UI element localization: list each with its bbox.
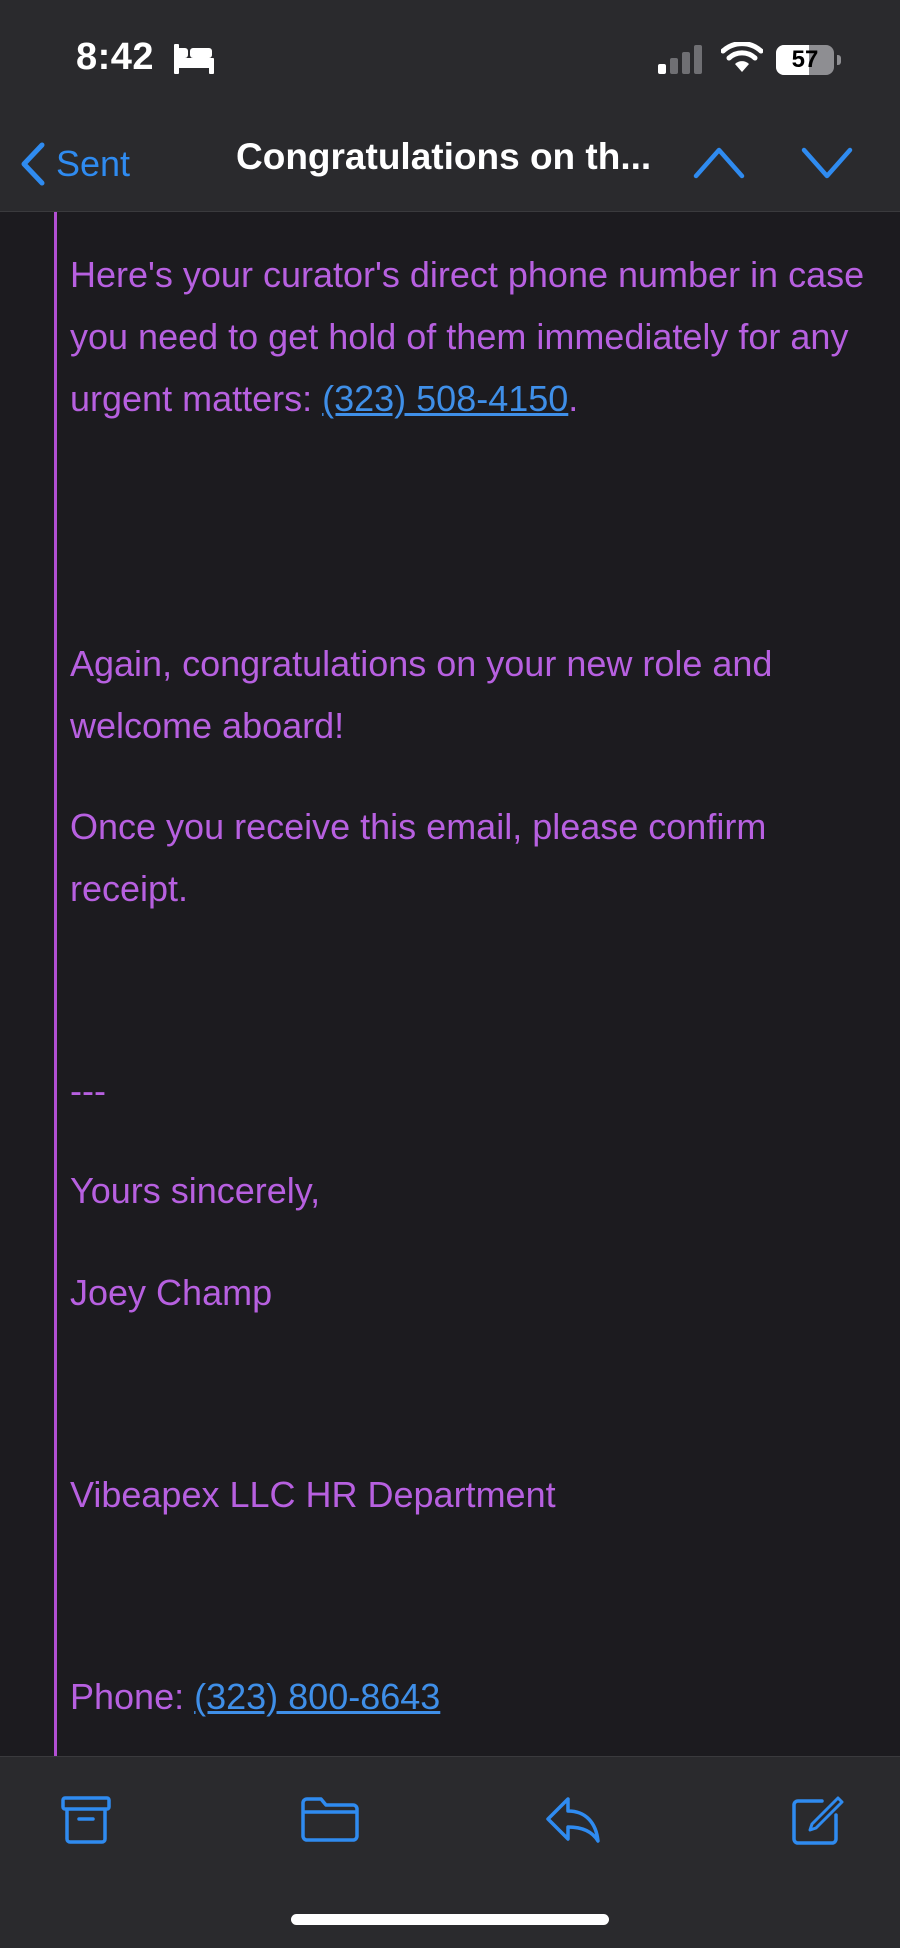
- battery-icon: 57: [776, 45, 841, 75]
- status-time: 8:42: [76, 36, 155, 78]
- signature-separator: ---: [70, 1070, 106, 1111]
- sender-phone-link[interactable]: (323) 800-8643: [194, 1676, 440, 1717]
- wifi-icon: [721, 42, 763, 72]
- folder-icon[interactable]: [300, 1795, 360, 1843]
- home-indicator[interactable]: [291, 1914, 609, 1925]
- email-subject-title: Congratulations on th...: [236, 136, 652, 177]
- paragraph-curator-period: .: [568, 378, 579, 419]
- battery-nub: [837, 55, 841, 65]
- sender-phone: Phone: (323) 800-8643: [70, 1666, 870, 1728]
- chevron-down-icon[interactable]: [800, 142, 854, 182]
- quote-bar: [54, 212, 57, 1756]
- chevron-left-icon: [21, 142, 45, 186]
- reply-icon[interactable]: [544, 1795, 602, 1845]
- email-body[interactable]: Here's your curator's direct phone numbe…: [0, 212, 900, 1756]
- phone-label: Phone:: [70, 1676, 195, 1717]
- bed-icon: [174, 44, 214, 74]
- back-button-label: Sent: [56, 143, 131, 184]
- archive-icon[interactable]: [60, 1795, 112, 1845]
- navigation-bar: Sent Congratulations on th...: [0, 120, 900, 212]
- cellular-signal-icon: [658, 45, 702, 74]
- paragraph-congratulations: Again, congratulations on your new role …: [70, 643, 773, 746]
- paragraph-confirm-receipt: Once you receive this email, please conf…: [70, 806, 767, 909]
- paragraph-curator-phone: Here's your curator's direct phone numbe…: [70, 244, 870, 430]
- sender-name: Joey Champ: [70, 1272, 273, 1313]
- department-name: Vibeapex LLC HR Department: [70, 1474, 556, 1515]
- curator-phone-link[interactable]: (323) 508-4150: [322, 378, 568, 419]
- compose-icon[interactable]: [790, 1795, 844, 1847]
- status-bar: 8:42 57: [0, 0, 900, 120]
- battery-percent: 57: [791, 46, 819, 73]
- chevron-up-icon[interactable]: [692, 142, 746, 182]
- back-button[interactable]: Sent: [18, 134, 130, 194]
- battery-body: 57: [776, 45, 834, 75]
- closing-line: Yours sincerely,: [70, 1170, 321, 1211]
